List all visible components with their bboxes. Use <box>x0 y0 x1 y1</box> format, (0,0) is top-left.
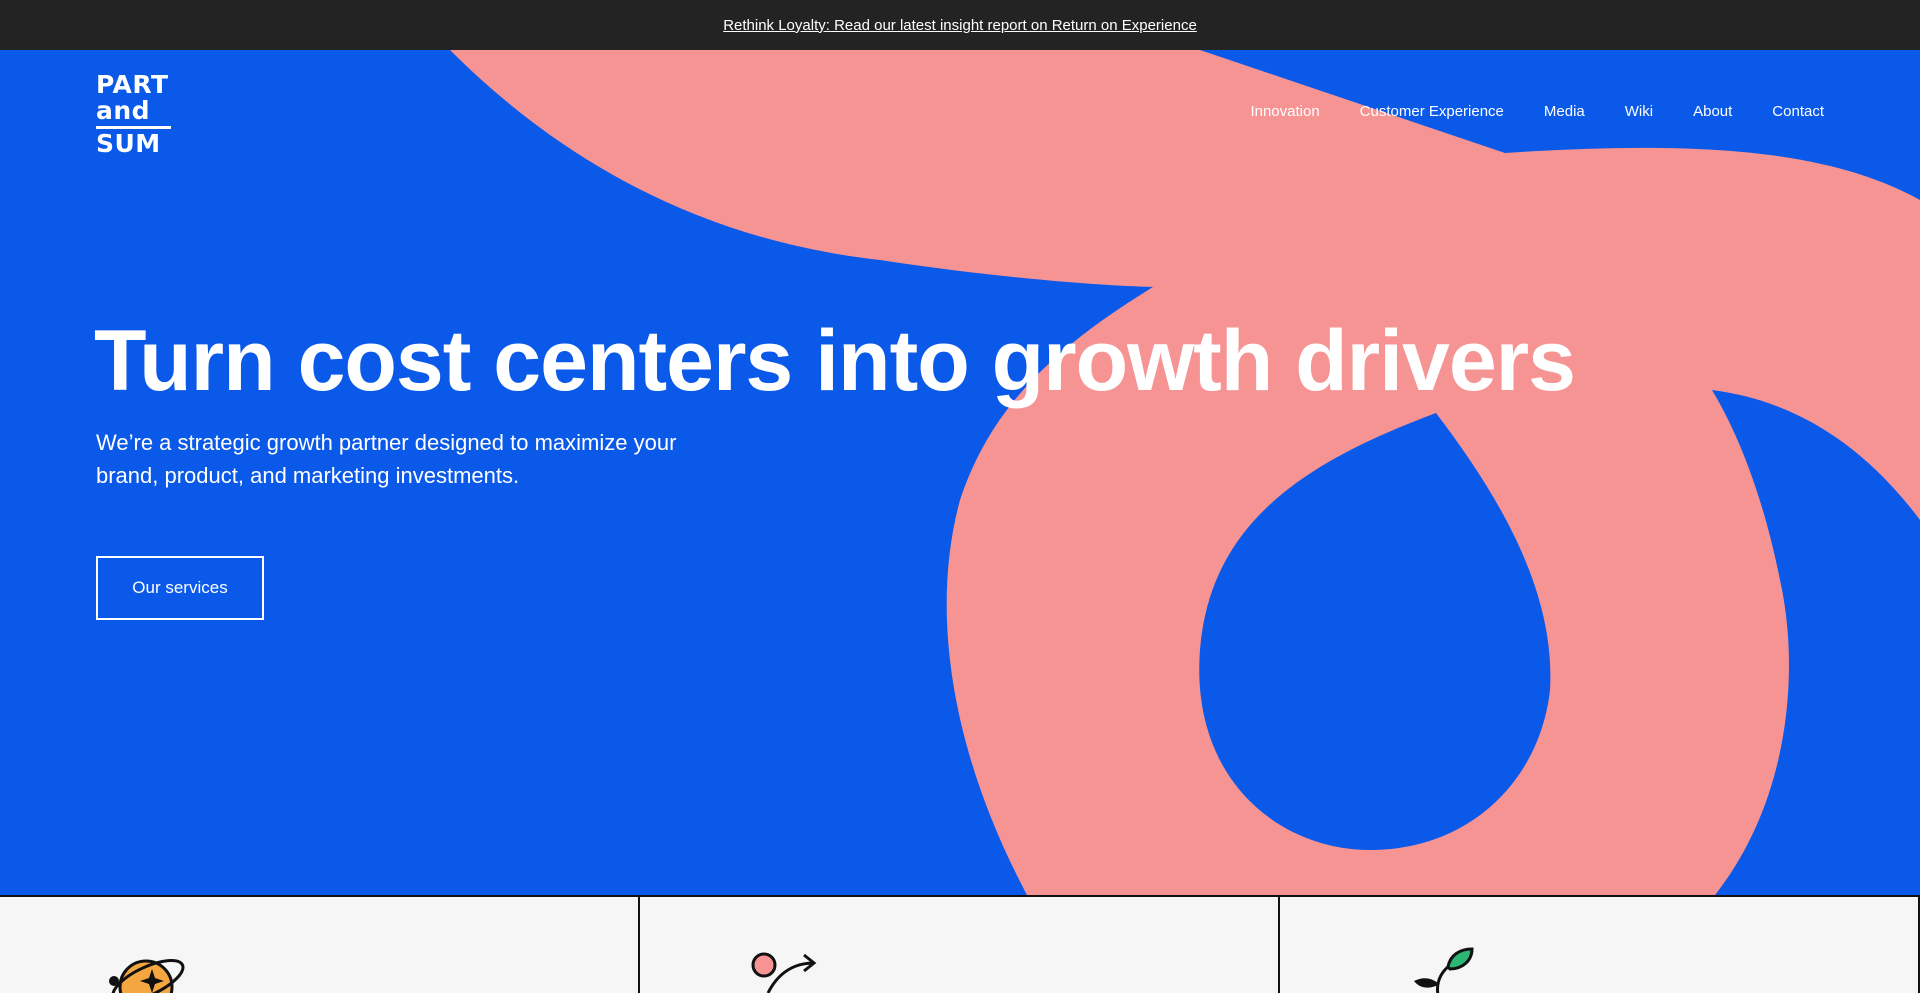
arrow-path-icon <box>751 952 817 993</box>
nav-item-wiki[interactable]: Wiki <box>1625 103 1653 120</box>
our-services-button[interactable]: Our services <box>96 556 264 620</box>
planet-star-icon <box>109 959 185 993</box>
brand-logo[interactable]: PART and SUM <box>96 72 172 157</box>
logo-line-part: PART <box>96 70 169 99</box>
nav-item-innovation[interactable]: Innovation <box>1250 103 1319 120</box>
logo-line-and: and <box>96 96 151 125</box>
logo-line-sum: SUM <box>96 129 161 158</box>
feature-card-3[interactable] <box>1280 897 1920 993</box>
feature-cards <box>0 895 1920 993</box>
feature-card-1[interactable] <box>0 897 640 993</box>
announcement-bar: Rethink Loyalty: Read our latest insight… <box>0 0 1920 50</box>
announcement-link[interactable]: Rethink Loyalty: Read our latest insight… <box>723 17 1197 34</box>
nav-item-about[interactable]: About <box>1693 103 1732 120</box>
nav-item-contact[interactable]: Contact <box>1772 103 1824 120</box>
feature-card-2[interactable] <box>640 897 1280 993</box>
hero-headline: Turn cost centers into growth drivers <box>94 313 1576 409</box>
hero-section: PART and SUM Innovation Customer Experie… <box>0 50 1920 895</box>
main-nav: Innovation Customer Experience Media Wik… <box>1250 103 1824 120</box>
hero-subheadline: We’re a strategic growth partner designe… <box>96 430 677 488</box>
nav-item-customer-experience[interactable]: Customer Experience <box>1360 103 1504 120</box>
nav-item-media[interactable]: Media <box>1544 103 1585 120</box>
sprout-icon <box>1414 947 1474 993</box>
